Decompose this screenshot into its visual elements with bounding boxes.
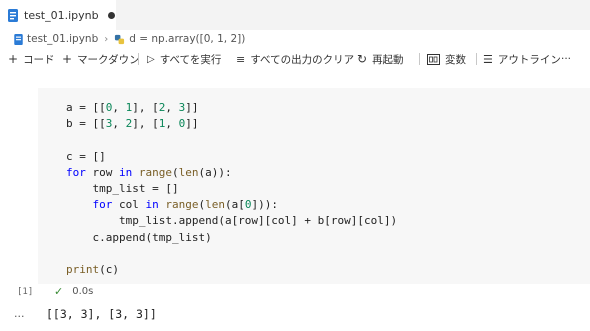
code-line: for row in range(len(a)):: [66, 165, 232, 179]
run-all-button[interactable]: ▷ すべてを実行: [147, 50, 221, 68]
more-actions-label: ···: [561, 53, 572, 65]
plus-icon: +: [8, 52, 19, 66]
tab-filename: test_01.ipynb: [24, 8, 99, 22]
restart-icon: ↻: [357, 52, 368, 66]
more-actions-button[interactable]: ···: [561, 50, 571, 68]
cell-duration: 0.0s: [72, 285, 94, 297]
breadcrumb-file[interactable]: test_01.ipynb: [27, 33, 98, 45]
check-icon: ✓: [54, 284, 64, 298]
chevron-right-icon: ›: [104, 33, 109, 45]
toolbar-divider: [138, 53, 139, 65]
add-markdown-button[interactable]: + マークダウン: [62, 50, 140, 68]
unsaved-dot-icon[interactable]: [107, 11, 115, 19]
add-code-label: コード: [23, 53, 55, 66]
plus-icon: +: [62, 52, 73, 66]
notebook-toolbar: + コード + マークダウン ▷ すべてを実行 ≡ すべての出力のクリア ↻ 再…: [0, 50, 590, 68]
execution-count: [1]: [17, 287, 34, 297]
outline-icon: ☰: [483, 52, 493, 66]
variables-label: 変数: [445, 53, 466, 66]
code-line: b = [[3, 2], [1, 0]]: [66, 117, 199, 131]
clear-outputs-button[interactable]: ≡ すべての出力のクリア: [236, 50, 354, 68]
cell-output: [[3, 3], [3, 3]]: [46, 307, 157, 321]
code-line: tmp_list = []: [66, 182, 179, 196]
clear-outputs-label: すべての出力のクリア: [250, 53, 355, 66]
code-line: for col in range(len(a[0])):: [92, 198, 279, 212]
notebook-file-icon: [8, 8, 18, 22]
clear-outputs-icon: ≡: [236, 52, 246, 66]
add-markdown-label: マークダウン: [77, 53, 140, 66]
tab-bar: test_01.ipynb: [0, 0, 590, 30]
code-line: tmp_list.append(a[row][col] + b[row][col…: [66, 214, 398, 228]
outline-button[interactable]: ☰ アウトライン: [483, 50, 561, 68]
code-line: print(c): [66, 263, 119, 277]
variables-icon: [427, 53, 440, 65]
notebook-file-icon: [14, 33, 23, 45]
toolbar-divider: [476, 53, 477, 65]
code-line: a = [[0, 1], [2, 3]]: [66, 101, 199, 114]
variables-button[interactable]: 変数: [427, 50, 466, 68]
python-icon: [115, 34, 125, 44]
outline-label: アウトライン: [497, 53, 561, 66]
run-all-label: すべてを実行: [159, 53, 222, 66]
add-code-button[interactable]: + コード: [8, 50, 55, 68]
code-line: c = []: [66, 149, 106, 163]
code-line: c.append(tmp_list): [66, 230, 212, 244]
cell-status: ✓ 0.0s: [54, 284, 93, 298]
tab-notebook[interactable]: test_01.ipynb: [0, 0, 116, 30]
run-all-icon: ▷: [147, 53, 155, 65]
cell-code-editor[interactable]: a = [[0, 1], [2, 3]] b = [[3, 2], [1, 0]…: [66, 100, 397, 278]
toolbar-divider: [419, 53, 420, 65]
code-cell[interactable]: a = [[0, 1], [2, 3]] b = [[3, 2], [1, 0]…: [38, 88, 590, 284]
restart-button[interactable]: ↻ 再起動: [357, 50, 404, 68]
breadcrumb: test_01.ipynb › d = np.array([0, 1, 2]): [14, 32, 245, 46]
restart-label: 再起動: [372, 53, 404, 66]
output-more-button[interactable]: ···: [14, 310, 25, 323]
breadcrumb-cell[interactable]: d = np.array([0, 1, 2]): [129, 33, 245, 45]
